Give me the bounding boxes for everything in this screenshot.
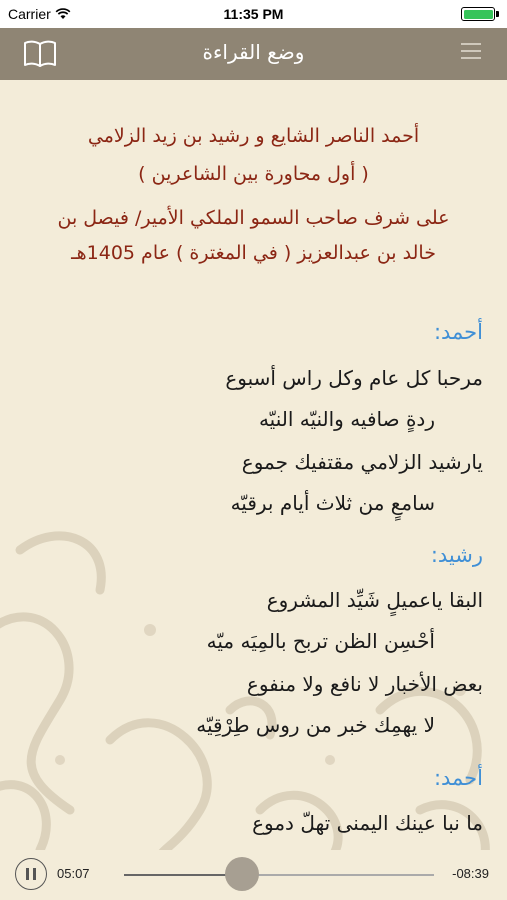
speaker-label: أحمد: — [433, 320, 483, 344]
pause-icon — [26, 868, 29, 880]
pause-button[interactable] — [15, 858, 47, 890]
battery-fill — [463, 9, 493, 19]
intro-line: على شرف صاحب السمو الملكي الأمير/ فيصل ب… — [57, 207, 450, 229]
battery-icon — [461, 7, 499, 21]
status-bar: Carrier 11:35 PM — [0, 0, 507, 28]
speaker-label: رشيد: — [430, 543, 483, 567]
intro-line: أحمد الناصر الشايع و رشيد بن زيد الزلامي — [87, 125, 420, 147]
verse-line: لا يهمِك خبر من روس طِرْقِيّه — [196, 713, 435, 737]
elapsed-time: 05:07 — [57, 866, 90, 881]
progress-track[interactable] — [124, 874, 434, 876]
verse-line: ما نبا عينك اليمنى تهلّ دموع — [252, 811, 483, 835]
reading-content: أحمد الناصر الشايع و رشيد بن زيد الزلامي… — [0, 80, 507, 850]
status-time: 11:35 PM — [223, 6, 284, 22]
intro-line: خالد بن عبدالعزيز ( في المغترة ) عام 140… — [71, 242, 436, 264]
verse-line: يارشيد الزلامي مقتفيك جموع — [241, 450, 483, 474]
verse-line: ردةٍ صافيه والنيّه النيّه — [258, 407, 435, 431]
remaining-time: -08:39 — [452, 866, 489, 881]
verse-line: أحْسِن الظن تربح بالمِيَه ميّه — [206, 629, 435, 653]
progress-slider-thumb[interactable] — [224, 857, 259, 891]
navigation-bar: وضع القراءة — [0, 28, 507, 80]
intro-line: ( أول محاورة بين الشاعرين ) — [138, 163, 369, 185]
speaker-label: أحمد: — [433, 766, 483, 790]
verse-line: بعض الأخبار لا نافع ولا منفوع — [246, 672, 483, 696]
audio-player: 05:07 -08:39 — [0, 850, 507, 900]
page-title: وضع القراءة — [202, 40, 305, 64]
menu-icon[interactable] — [461, 43, 481, 63]
verse-line: سامعٍ من ثلاث أيام برقيّه — [230, 491, 435, 515]
verse-line: البقا ياعميلٍ شَيِّد المشروع — [266, 588, 483, 612]
verse-line: مرحبا كل عام وكل راس أسبوع — [225, 366, 483, 390]
